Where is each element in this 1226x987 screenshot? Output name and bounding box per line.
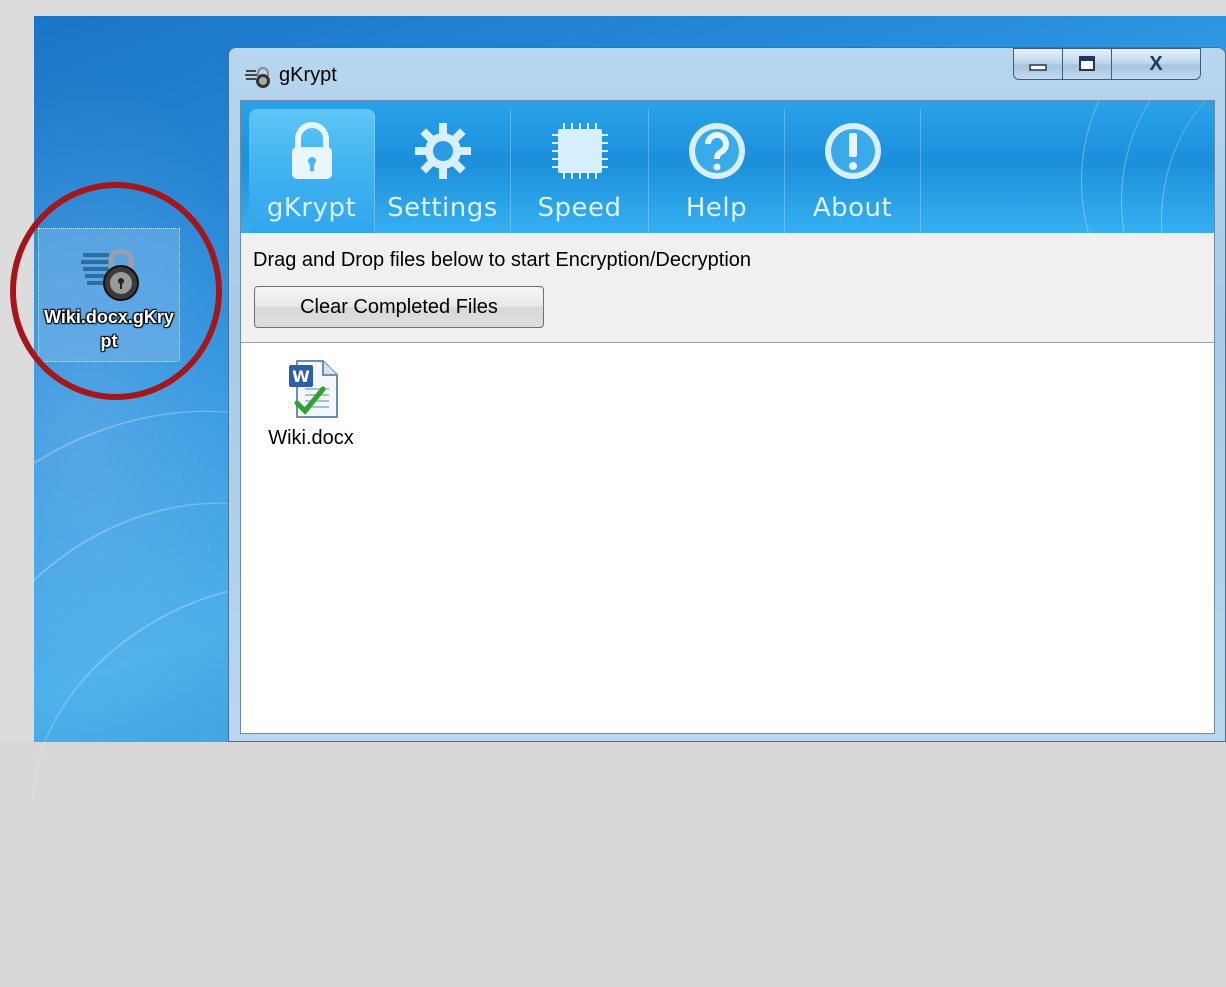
question-icon [688, 123, 745, 179]
tab-label: gKrypt [266, 193, 357, 223]
tab-settings[interactable]: Settings [375, 109, 511, 233]
padlock-icon [291, 122, 332, 179]
tab-about[interactable]: About [785, 109, 921, 233]
file-name: Wiki.docx [268, 427, 354, 449]
clear-completed-files-button[interactable]: Clear Completed Files [254, 286, 544, 328]
tab-speed[interactable]: Speed [511, 109, 649, 233]
maximize-button[interactable] [1062, 48, 1112, 80]
tab-bar: gKrypt Settings Speed Help About [241, 101, 1214, 233]
tab-label: Speed [537, 193, 622, 223]
word-document-check-icon: W [289, 360, 338, 418]
caption-buttons: X [1013, 48, 1221, 82]
svg-text:W: W [292, 367, 310, 386]
gkrypt-window: gKrypt X gKrypt Settings Speed Help Abou… [228, 47, 1226, 742]
gear-icon [414, 123, 471, 179]
file-item[interactable]: W Wiki.docx [261, 357, 361, 457]
title-bar[interactable]: gKrypt X [229, 48, 1225, 100]
highlight-circle [10, 182, 222, 400]
maximize-icon [1063, 49, 1111, 79]
client-area: gKrypt Settings Speed Help About Drag an… [240, 100, 1215, 734]
tab-label: Settings [387, 193, 498, 223]
tab-label: About [812, 193, 893, 223]
tab-gkrypt[interactable]: gKrypt [249, 109, 375, 233]
tab-help[interactable]: Help [649, 109, 785, 233]
minimize-button[interactable] [1013, 48, 1063, 80]
chip-icon [551, 123, 608, 179]
minimize-icon [1014, 49, 1062, 79]
window-title: gKrypt [279, 64, 337, 86]
file-drop-area[interactable]: W Wiki.docx [241, 343, 1214, 733]
exclamation-icon [824, 123, 881, 179]
close-icon: X [1149, 52, 1163, 75]
tab-label: Help [685, 193, 748, 223]
instructions-text: Drag and Drop files below to start Encry… [253, 249, 752, 271]
app-icon [245, 67, 270, 88]
close-button[interactable]: X [1111, 48, 1201, 80]
tool-panel: Drag and Drop files below to start Encry… [241, 233, 1214, 343]
